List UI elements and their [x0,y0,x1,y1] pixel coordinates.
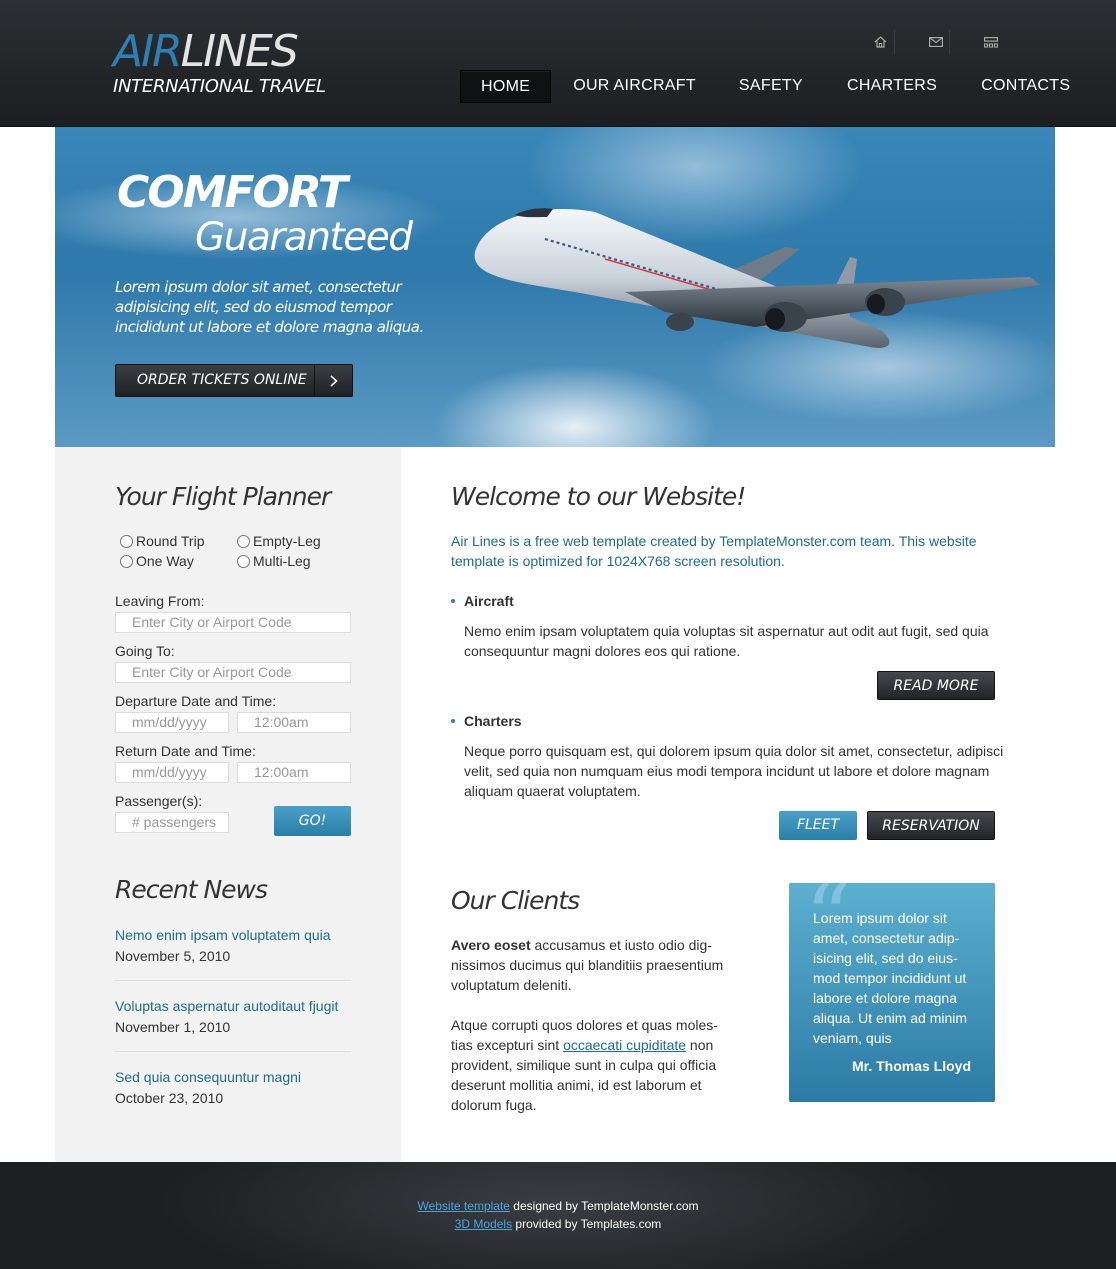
news-link[interactable]: Nemo enim ipsam voluptatem quia [115,927,351,943]
hero-subtitle: Guaranteed [195,215,413,260]
divider [115,980,351,981]
section-heading-aircraft: Aircraft [451,593,514,609]
main-nav: HOME OUR AIRCRAFT SAFETY CHARTERS CONTAC… [460,70,1093,103]
charters-text: Neque porro quisquam est, qui dolorem ip… [464,743,1004,799]
divider [115,1051,351,1052]
clients-paragraph-2: Atque corrupti quos dolores et quas mole… [451,1017,718,1113]
fleet-button[interactable]: FLEET [779,811,857,840]
news-date: October 23, 2010 [115,1090,224,1106]
clients-text: Avero eoset accusamus et iusto odio dig-… [451,935,736,1115]
departure-time-input[interactable]: 12:00am [237,712,351,733]
reservation-button[interactable]: RESERVATION [867,811,995,840]
testimonial-author: Mr. Thomas Lloyd [851,1058,971,1074]
recent-news-title: Recent News [115,875,268,904]
welcome-intro: Air Lines is a free web template created… [451,533,977,569]
testimonial-box: “ Lorem ipsum dolor sit amet, consectetu… [789,873,995,1102]
header: AIRLINES INTERNATIONAL TRAVEL HOME OUR A… [0,0,1116,127]
welcome-title: Welcome to our Website! [451,482,746,511]
news-item: Nemo enim ipsam voluptatem quia November… [115,927,351,964]
order-tickets-button[interactable]: ORDER TICKETS ONLINE [115,364,353,397]
top-icons [867,30,1004,54]
news-date: November 5, 2010 [115,948,231,964]
nav-charters[interactable]: CHARTERS [826,70,958,101]
airplane-image [474,208,1040,348]
hero-title: COMFORT [117,167,348,218]
news-date: November 1, 2010 [115,1019,231,1035]
go-button[interactable]: GO! [274,806,351,836]
radio-circle[interactable] [237,534,250,548]
read-more-button[interactable]: READ MORE [877,671,995,700]
chevron-right-icon [314,365,352,396]
home-icon[interactable] [867,30,895,54]
news-link[interactable]: Sed quia consequuntur magni [115,1069,351,1085]
hero-banner: COMFORT Guaranteed Lorem ipsum dolor sit… [55,127,1055,447]
testimonial-text: Lorem ipsum dolor sit amet, consectetur … [813,910,968,1046]
flight-planner-title: Your Flight Planner [115,482,331,511]
hero-text: Lorem ipsum dolor sit amet, consectetur … [115,278,424,336]
news-item: Voluptas aspernatur autoditaut fjugit No… [115,998,351,1035]
nav-our-aircraft[interactable]: OUR AIRCRAFT [553,70,716,101]
sitemap-icon[interactable] [977,30,1004,54]
footer-line-1: Website template designed by TemplateMon… [417,1199,699,1213]
clients-paragraph-1: Avero eoset accusamus et iusto odio dig-… [451,937,724,993]
footer: Website template designed by TemplateMon… [0,1162,1116,1269]
radio-circle[interactable] [120,554,133,568]
sidebar: Your Flight Planner Round Trip Empty-Leg… [55,447,401,1162]
logo[interactable]: AIRLINES INTERNATIONAL TRAVEL [113,26,326,98]
radio-multi-leg[interactable]: Multi-Leg [237,553,311,569]
news-item: Sed quia consequuntur magni October 23, … [115,1069,351,1106]
passengers-input[interactable]: # passengers [115,812,229,833]
section-heading-charters: Charters [451,713,522,729]
radio-one-way[interactable]: One Way [120,553,194,569]
order-tickets-label: ORDER TICKETS ONLINE [137,372,307,388]
3d-models-link[interactable]: 3D Models [455,1217,512,1231]
going-to-label: Going To: [115,643,175,659]
leaving-from-label: Leaving From: [115,593,205,609]
return-label: Return Date and Time: [115,743,256,759]
radio-circle[interactable] [120,534,133,548]
logo-title: AIRLINES [113,26,299,77]
nav-contacts[interactable]: CONTACTS [960,70,1091,101]
nav-home[interactable]: HOME [460,70,552,103]
aircraft-text: Nemo enim ipsam voluptatem quia voluptas… [464,623,989,659]
return-time-input[interactable]: 12:00am [237,762,351,783]
departure-date-input[interactable]: mm/dd/yyyy [115,712,229,733]
logo-subtitle: INTERNATIONAL TRAVEL [113,76,326,97]
our-clients-title: Our Clients [451,886,580,915]
passengers-label: Passenger(s): [115,793,203,809]
going-to-input[interactable]: Enter City or Airport Code [115,662,351,683]
radio-empty-leg[interactable]: Empty-Leg [237,533,321,549]
nav-safety[interactable]: SAFETY [718,70,824,101]
radio-circle[interactable] [237,554,250,568]
departure-label: Departure Date and Time: [115,693,277,709]
return-date-input[interactable]: mm/dd/yyyy [115,762,229,783]
mail-icon[interactable] [922,30,950,54]
clients-link[interactable]: occaecati cupiditate [563,1037,686,1053]
website-template-link[interactable]: Website template [417,1199,510,1213]
leaving-from-input[interactable]: Enter City or Airport Code [115,612,351,633]
radio-round-trip[interactable]: Round Trip [120,533,204,549]
footer-line-2: 3D Models provided by Templates.com [454,1217,662,1231]
news-link[interactable]: Voluptas aspernatur autoditaut fjugit [115,998,351,1014]
